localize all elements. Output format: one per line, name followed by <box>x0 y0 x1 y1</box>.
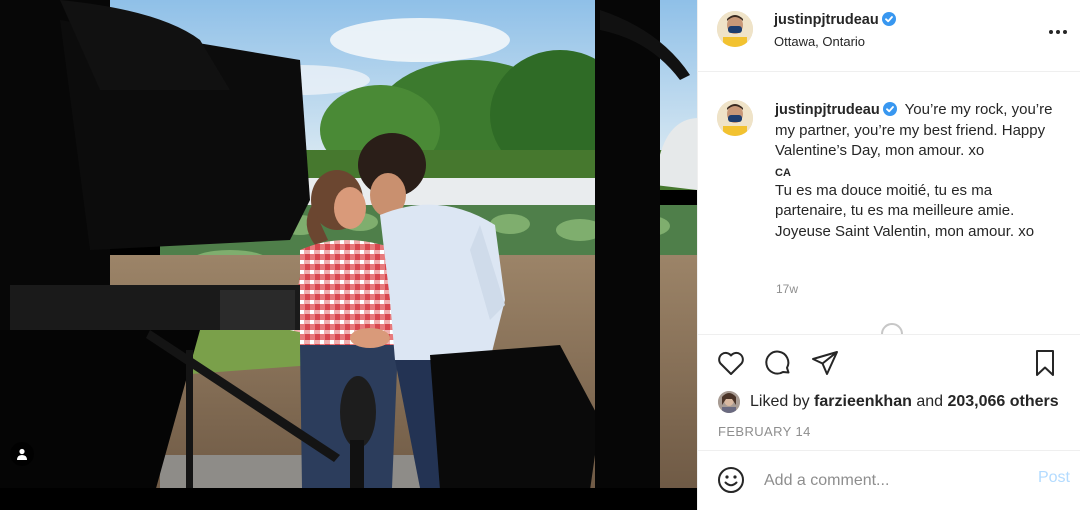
post-photo <box>0 0 697 510</box>
bookmark-icon[interactable] <box>1030 348 1060 378</box>
loading-spinner-icon <box>881 323 903 334</box>
likes-prefix: Liked by <box>750 393 810 410</box>
liker-avatar-image <box>718 391 740 413</box>
caption-verified-badge-icon <box>882 102 897 116</box>
caption-time-ago[interactable]: 17w <box>776 282 798 296</box>
paper-plane-icon[interactable] <box>810 348 840 378</box>
caption-translation: Tu es ma douce moitié, tu es ma partenai… <box>775 181 1035 240</box>
smiley-icon[interactable] <box>716 465 746 495</box>
likes-summary[interactable]: Liked by farzieenkhan and 203,066 others <box>718 390 1059 414</box>
add-comment-bar: Post <box>698 450 1080 510</box>
translation-label: CA <box>775 166 791 179</box>
post-side-panel: justinpjtrudeau Ottawa, Ontario justinpj… <box>697 0 1080 510</box>
heart-icon[interactable] <box>716 348 746 378</box>
post-image[interactable] <box>0 0 697 510</box>
post-comment-button[interactable]: Post <box>1038 469 1070 487</box>
comments-section: justinpjtrudeau You’re my rock, you’re m… <box>698 73 1080 334</box>
liker-username[interactable]: farzieenkhan <box>814 393 912 411</box>
post-actions: Liked by farzieenkhan and 203,066 others… <box>698 334 1080 450</box>
post-caption: justinpjtrudeau You’re my rock, you’re m… <box>775 100 1065 242</box>
more-horizontal-icon[interactable] <box>1046 20 1070 44</box>
post-location[interactable]: Ottawa, Ontario <box>774 34 865 49</box>
caption-username[interactable]: justinpjtrudeau <box>775 102 897 118</box>
post-header: justinpjtrudeau Ottawa, Ontario <box>698 0 1080 72</box>
user-tag-button[interactable] <box>10 442 34 466</box>
author-avatar[interactable] <box>717 11 753 47</box>
verified-badge-icon <box>881 12 896 26</box>
comment-bubble-icon[interactable] <box>763 348 793 378</box>
comment-input[interactable] <box>764 469 1024 493</box>
author-username[interactable]: justinpjtrudeau <box>774 12 896 28</box>
liker-avatar[interactable] <box>718 391 740 413</box>
caption-author-avatar[interactable] <box>717 100 753 136</box>
likes-others-count[interactable]: 203,066 others <box>947 393 1058 411</box>
user-tag-icon <box>17 448 27 460</box>
post-date[interactable]: FEBRUARY 14 <box>718 424 811 439</box>
author-avatar-image <box>717 11 753 47</box>
caption-avatar-image <box>717 100 753 136</box>
likes-middle: and <box>916 393 944 410</box>
